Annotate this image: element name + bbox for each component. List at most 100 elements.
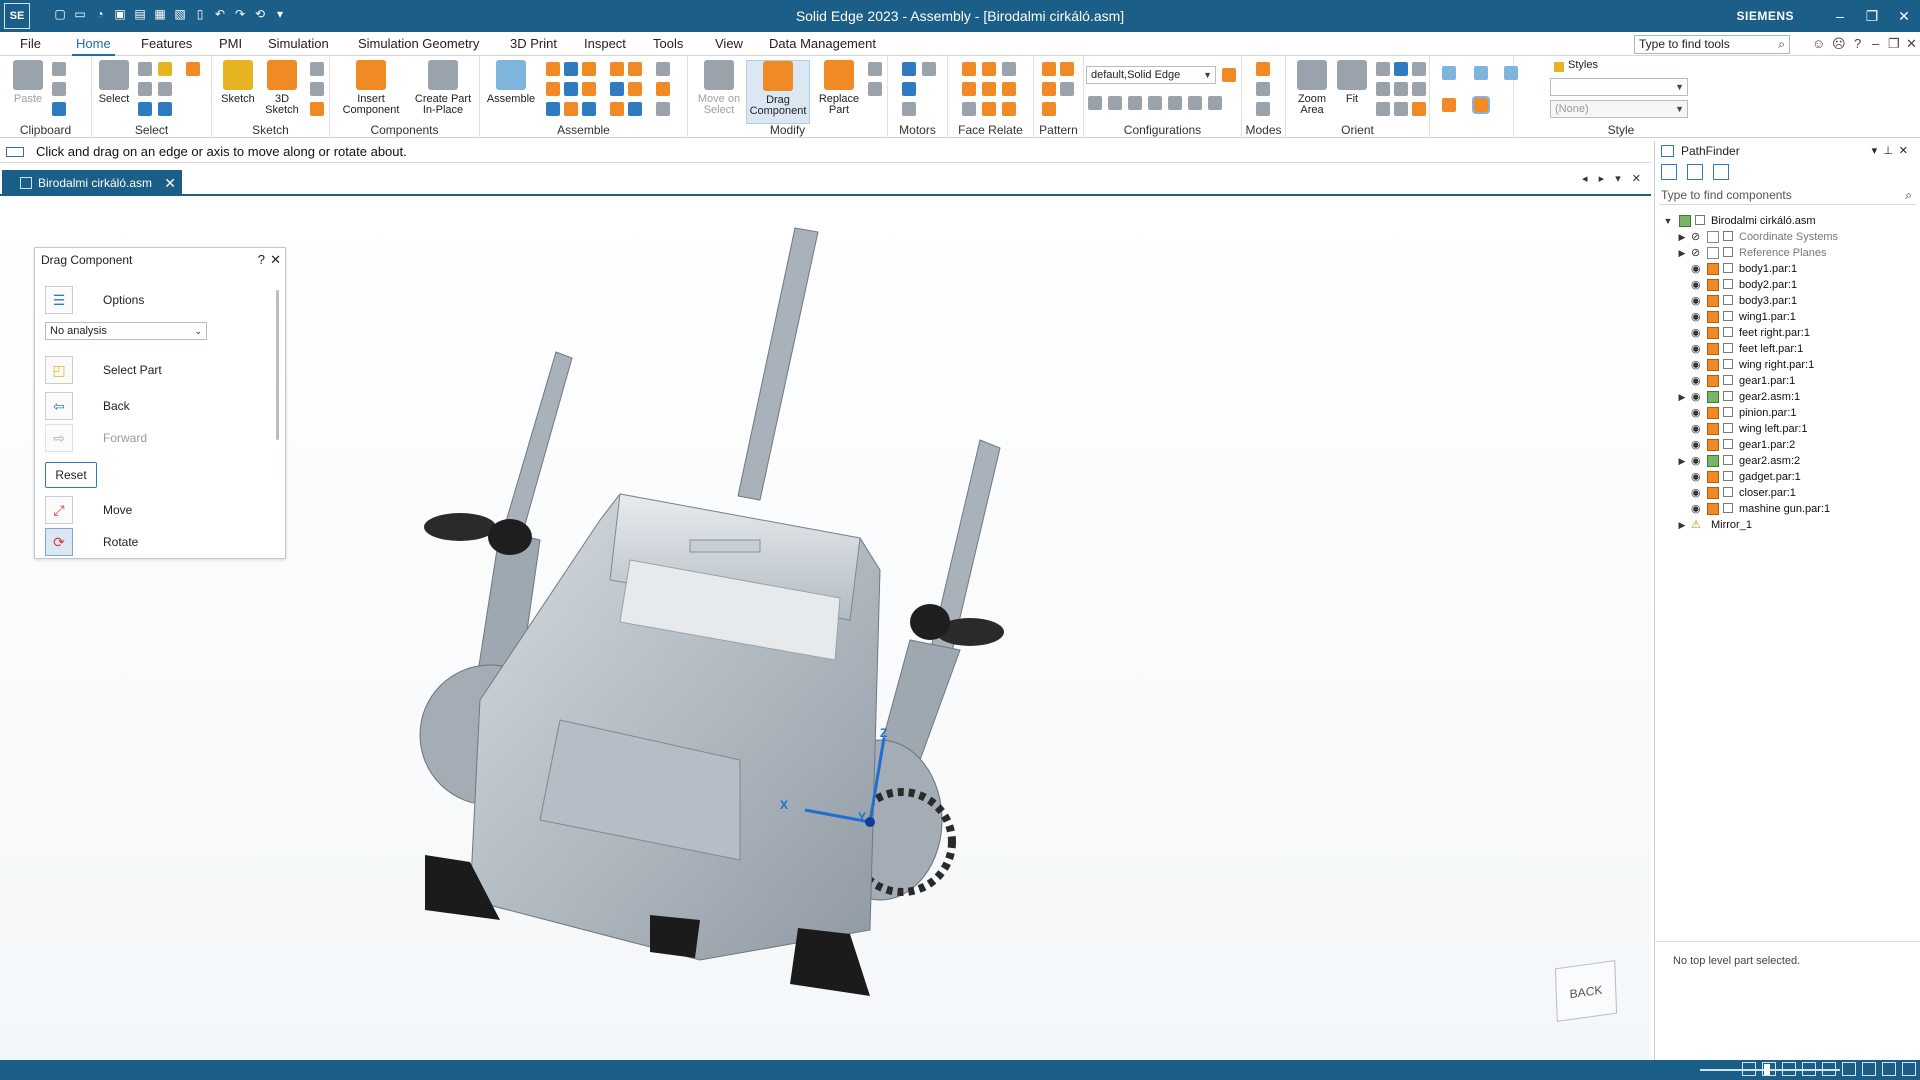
relate-match-icon[interactable]	[610, 82, 624, 96]
sketch-tool-2-icon[interactable]	[310, 82, 324, 96]
eye-icon[interactable]: ◉	[1691, 405, 1701, 421]
tree-item[interactable]: ◉ mashine gun.par:1	[1655, 501, 1920, 517]
tree-item[interactable]: ▶ ⊘ Coordinate Systems	[1655, 229, 1920, 245]
tab-inspect[interactable]: Inspect	[580, 32, 630, 56]
eye-icon[interactable]: ◉	[1691, 421, 1701, 437]
tab-3d-print[interactable]: 3D Print	[506, 32, 561, 56]
rotational-motor-icon[interactable]	[902, 62, 916, 76]
hidden-edges-view-icon[interactable]	[1474, 66, 1488, 80]
tree-item[interactable]: ◉ closer.par:1	[1655, 485, 1920, 501]
status-pan-icon[interactable]	[1782, 1062, 1796, 1076]
motor-stop-icon[interactable]	[902, 102, 916, 116]
zoom-area-button[interactable]: Zoom Area	[1292, 60, 1332, 116]
config-tool-6-icon[interactable]	[1188, 96, 1202, 110]
machine-gun-left[interactable]	[424, 513, 496, 541]
eye-icon[interactable]: ◉	[1691, 389, 1701, 405]
expand-icon[interactable]: ▶	[1677, 229, 1687, 245]
status-views-icon[interactable]	[1822, 1062, 1836, 1076]
select-tool-button[interactable]: Select	[94, 60, 134, 105]
body-vent[interactable]	[689, 539, 761, 553]
copy-icon[interactable]	[52, 82, 66, 96]
pattern-icon[interactable]	[1042, 62, 1056, 76]
command-search-input[interactable]: Type to find tools ⌕	[1634, 35, 1790, 54]
status-shade-icon[interactable]	[1842, 1062, 1856, 1076]
filter-icon[interactable]	[138, 62, 152, 76]
expand-icon[interactable]: ▶	[1677, 245, 1687, 261]
pan-icon[interactable]	[1394, 62, 1408, 76]
activate-icon[interactable]	[138, 102, 152, 116]
doc-minimize-icon[interactable]: –	[1872, 32, 1879, 56]
tree-item[interactable]: ◉ feet left.par:1	[1655, 341, 1920, 357]
select-part-icon[interactable]: ◰	[45, 356, 73, 384]
relationship-assistant-icon[interactable]	[656, 62, 670, 76]
tab-tools[interactable]: Tools	[649, 32, 687, 56]
create-part-in-place-button[interactable]: Create Part In-Place	[408, 60, 478, 116]
triad-origin[interactable]	[865, 817, 875, 827]
tree-item[interactable]: ◉ gear1.par:2	[1655, 437, 1920, 453]
modify-tool-1-icon[interactable]	[868, 62, 882, 76]
styles-label[interactable]: Styles	[1568, 59, 1598, 71]
tab-simulation-geometry[interactable]: Simulation Geometry	[354, 32, 483, 56]
status-rotate-icon[interactable]	[1802, 1062, 1816, 1076]
rotate-view-icon[interactable]	[1412, 62, 1426, 76]
reset-button[interactable]: Reset	[45, 462, 97, 488]
mode-assembly-icon[interactable]	[1256, 62, 1270, 76]
face-relate-9-icon[interactable]	[1002, 102, 1016, 116]
deactivate-icon[interactable]	[158, 102, 172, 116]
eye-icon[interactable]: ◉	[1691, 293, 1701, 309]
spin-about-icon[interactable]	[1394, 102, 1408, 116]
relate-axial-icon[interactable]	[564, 62, 578, 76]
config-tool-7-icon[interactable]	[1208, 96, 1222, 110]
mirror-icon[interactable]	[1060, 62, 1074, 76]
relate-parallel-icon[interactable]	[610, 62, 624, 76]
tree-item[interactable]: ▶ ⚠ Mirror_1	[1655, 517, 1920, 533]
tree-item[interactable]: ◉ gear1.par:1	[1655, 373, 1920, 389]
eye-icon[interactable]: ◉	[1691, 501, 1701, 517]
close-tab-icon[interactable]: ✕	[164, 170, 176, 196]
relate-angle-icon[interactable]	[582, 62, 596, 76]
eye-icon[interactable]: ◉	[1691, 469, 1701, 485]
linear-motor-icon[interactable]	[922, 62, 936, 76]
relate-tangent-icon[interactable]	[564, 102, 578, 116]
tree-item[interactable]: ◉ body3.par:1	[1655, 293, 1920, 309]
rotate-icon[interactable]: ⟳	[45, 528, 73, 556]
relate-rigid-icon[interactable]	[628, 82, 642, 96]
configuration-select[interactable]: default,Solid Edge ▼	[1086, 66, 1216, 84]
foot-right[interactable]	[790, 928, 870, 996]
options-icon[interactable]: ☰	[45, 286, 73, 314]
component-search-input[interactable]: Type to find components ⌕	[1659, 185, 1916, 205]
config-tool-3-icon[interactable]	[1128, 96, 1142, 110]
mode-display-icon[interactable]	[1256, 82, 1270, 96]
eye-icon[interactable]: ◉	[1691, 453, 1701, 469]
forward-row[interactable]: ⇨ Forward	[45, 424, 265, 452]
drag-component-button[interactable]: Drag Component	[746, 60, 810, 124]
tree-item[interactable]: ◉ body2.par:1	[1655, 277, 1920, 293]
along-curve-icon[interactable]	[1060, 82, 1074, 96]
previous-view-icon[interactable]	[1394, 82, 1408, 96]
hide-icon[interactable]	[138, 82, 152, 96]
relate-gear-icon[interactable]	[582, 82, 596, 96]
relate-path-icon[interactable]	[582, 102, 596, 116]
relationships-view-icon[interactable]	[1713, 164, 1729, 180]
eye-icon[interactable]: ◉	[1691, 325, 1701, 341]
relate-center-icon[interactable]	[628, 62, 642, 76]
face-relate-2-icon[interactable]	[982, 62, 996, 76]
tab-pmi[interactable]: PMI	[215, 32, 246, 56]
tree-item[interactable]: ◉ body1.par:1	[1655, 261, 1920, 277]
tab-home[interactable]: Home	[72, 32, 115, 56]
duplicate-icon[interactable]	[1042, 82, 1056, 96]
rotate-row[interactable]: ⟳ Rotate	[45, 528, 265, 556]
tree-root[interactable]: ▼ Birodalmi cirkáló.asm	[1655, 213, 1920, 229]
options-row[interactable]: ☰ Options	[45, 286, 265, 314]
tab-navigation[interactable]: ◂ ▸ ▾ ✕	[1582, 172, 1645, 185]
expand-icon[interactable]: ▶	[1677, 389, 1687, 405]
tree-item[interactable]: ◉ gadget.par:1	[1655, 469, 1920, 485]
tree-item[interactable]: ◉ feet right.par:1	[1655, 325, 1920, 341]
eye-icon[interactable]: ◉	[1691, 277, 1701, 293]
style-none-select[interactable]: (None) ▼	[1550, 100, 1688, 118]
eye-icon[interactable]: ◉	[1691, 261, 1701, 277]
minimize-button[interactable]: –	[1824, 0, 1856, 32]
format-copy-icon[interactable]	[52, 102, 66, 116]
view-cube[interactable]: BACK	[1554, 960, 1618, 1022]
look-at-face-icon[interactable]	[1412, 102, 1426, 116]
